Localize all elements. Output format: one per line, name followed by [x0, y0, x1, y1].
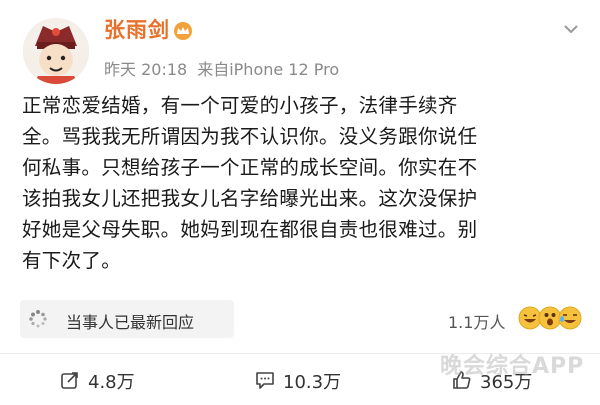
avatar-cartoon-icon	[23, 18, 89, 84]
post-time: 昨天 20:18	[104, 60, 188, 79]
watermark: 晚会综合APP	[440, 354, 585, 379]
post-text-line: 好她是父母失职。她妈到现在都很自责也很难过。别	[22, 218, 478, 241]
related-topic-label: 当事人已最新回应	[66, 313, 195, 332]
tears-emoji-icon	[558, 306, 582, 330]
comment-icon	[256, 372, 274, 389]
author-name[interactable]: 张雨剑	[104, 14, 170, 44]
chevron-down-icon[interactable]	[564, 24, 578, 34]
post-source: 来自iPhone 12 Pro	[197, 60, 340, 79]
post-text-line: 何私事。只想给孩子一个正常的成长空间。你实在不	[22, 156, 478, 179]
post-text-line: 全。骂我我无所谓因为我不认识你。没义务跟你说任	[22, 125, 478, 148]
post-meta: 昨天 20:18 来自iPhone 12 Pro	[104, 56, 349, 80]
post-text-line: 该拍我女儿还把我女儿名字给曝光出来。这次没保护	[22, 187, 478, 210]
post-text: 正常恋爱结婚，有一个可爱的小孩子，法律手续齐 全。骂我我无所谓因为我不认识你。没…	[22, 90, 582, 276]
comment-count: 10.3万	[283, 372, 342, 393]
post-text-line: 正常恋爱结婚，有一个可爱的小孩子，法律手续齐	[22, 94, 458, 117]
related-topic-card[interactable]: 当事人已最新回应	[20, 300, 234, 338]
repost-button[interactable]: 4.8万	[60, 368, 160, 394]
post-header: 张雨剑 昨天 20:18 来自iPhone 12 Pro	[0, 0, 600, 86]
repost-icon	[61, 372, 78, 389]
reaction-count[interactable]: 1.1万人	[448, 309, 505, 333]
loading-spinner-icon	[29, 310, 47, 328]
repost-count: 4.8万	[88, 372, 135, 393]
crown-badge-icon	[174, 22, 192, 40]
post-text-line: 有下次了。	[22, 249, 122, 272]
avatar[interactable]	[23, 18, 89, 84]
comment-button[interactable]: 10.3万	[255, 368, 365, 394]
